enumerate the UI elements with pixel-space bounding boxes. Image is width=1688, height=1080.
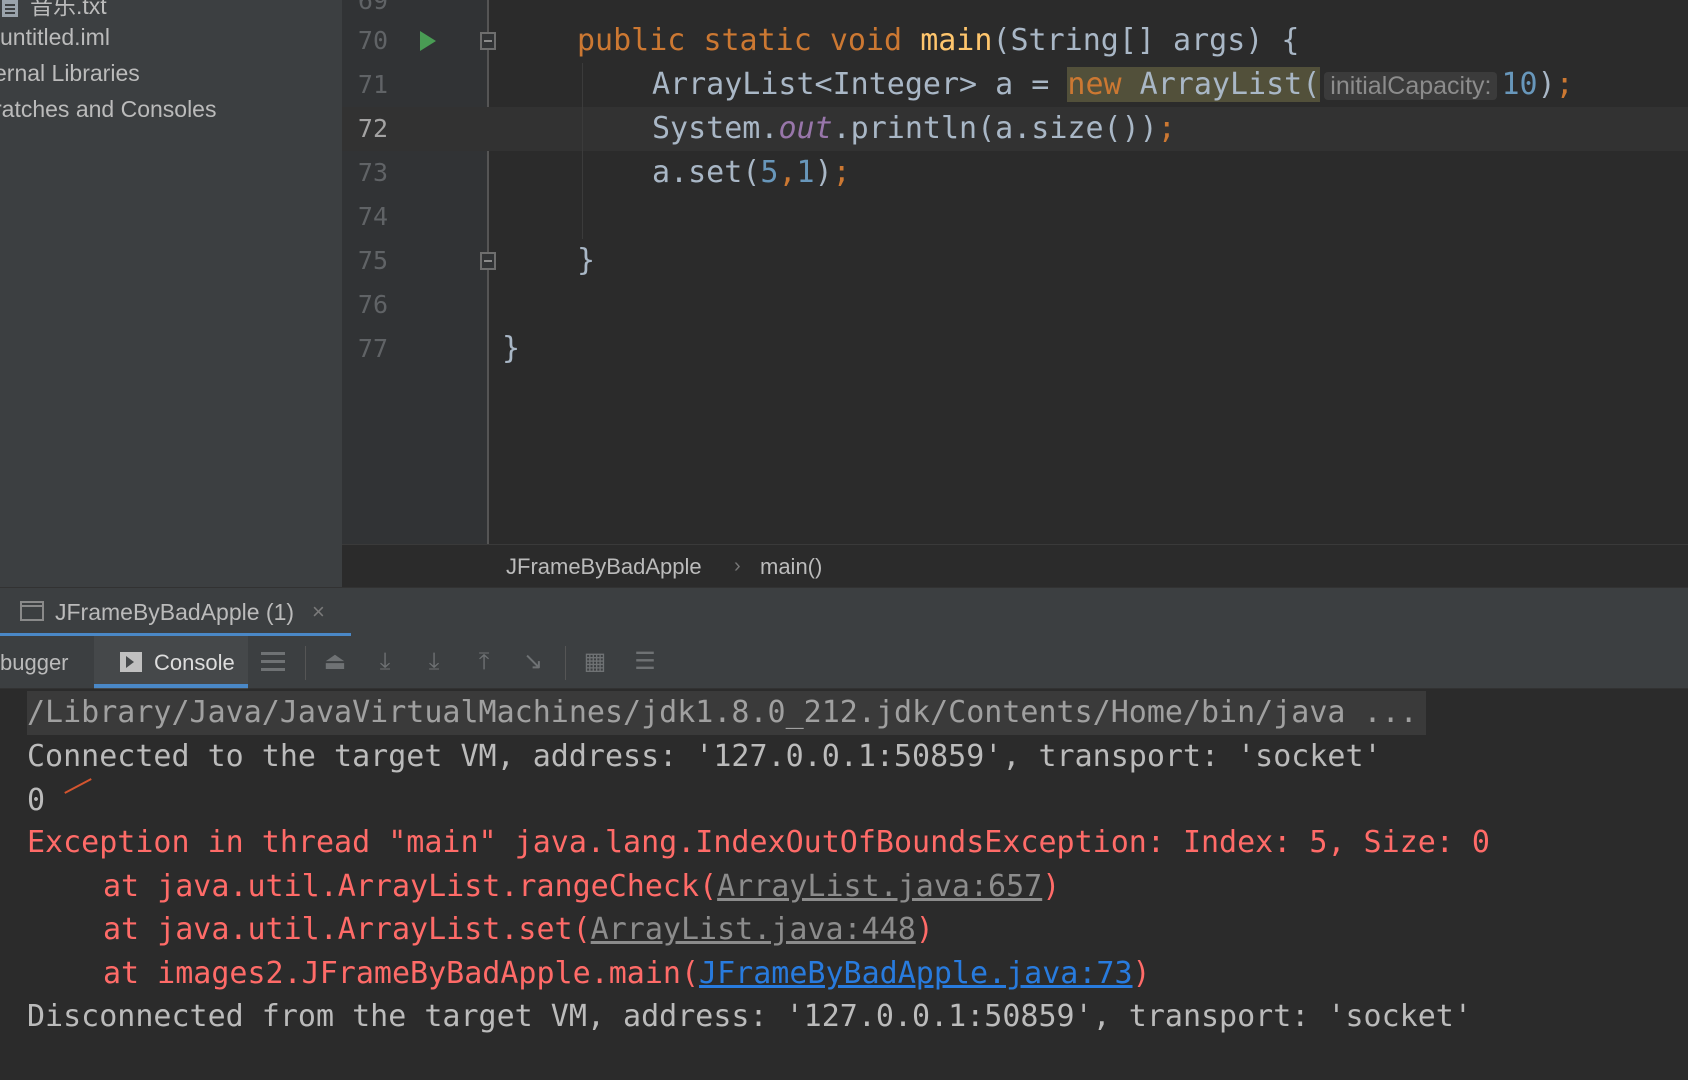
code-text: ArrayList<Integer> a = new ArrayList(ini… (652, 67, 1574, 102)
code-text: System.out.println(a.size()); (652, 111, 1176, 146)
breadcrumb-separator: › (734, 555, 741, 577)
console-exception-line: Exception in thread "main" java.lang.Ind… (27, 825, 1490, 860)
fold-icon[interactable] (480, 32, 496, 50)
code-line-76: 76 (342, 283, 1688, 327)
line-number: 73 (357, 158, 388, 187)
trace-icon[interactable]: ☰ (632, 649, 658, 675)
line-number: 70 (357, 26, 388, 55)
console-connected-line: Connected to the target VM, address: '12… (27, 739, 1382, 774)
tree-item-label: 音乐.txt (30, 0, 107, 19)
menu-icon[interactable] (261, 652, 285, 672)
toolbar-separator (565, 646, 566, 680)
active-tab-indicator (94, 684, 248, 688)
line-number: 72 (357, 114, 388, 143)
indent-guide (582, 63, 583, 239)
code-editor[interactable]: 69 70 public static void main(String[] a… (342, 0, 1688, 544)
console-output[interactable]: /Library/Java/JavaVirtualMachines/jdk1.8… (0, 689, 1688, 1080)
line-number: 76 (357, 290, 388, 319)
code-line-74: 74 (342, 195, 1688, 239)
line-number: 77 (357, 334, 388, 363)
debug-session-tabs: JFrameByBadApple (1) × (0, 587, 1688, 637)
parameter-hint: initialCapacity: (1324, 72, 1498, 100)
step-over-icon[interactable]: ⤓ (372, 649, 398, 675)
code-text: a.set(5,1); (652, 155, 851, 190)
breadcrumb-class[interactable]: JFrameByBadApple (506, 545, 702, 588)
run-to-cursor-icon[interactable]: ↘ (520, 649, 546, 675)
code-line-75: 75 } (342, 239, 1688, 283)
tree-item-scratches[interactable]: ratches and Consoles (0, 91, 216, 127)
text-file-icon (0, 0, 24, 19)
step-into-icon[interactable]: ⤓ (421, 649, 447, 675)
console-command-line: /Library/Java/JavaVirtualMachines/jdk1.8… (27, 691, 1426, 735)
show-execution-point-icon[interactable]: ⏏ (322, 649, 348, 675)
code-line-70: 70 public static void main(String[] args… (342, 19, 1688, 63)
stack-trace-line: at images2.JFrameByBadApple.main(JFrameB… (103, 956, 1151, 991)
breadcrumb-method[interactable]: main() (760, 545, 822, 588)
console-disconnected-line: Disconnected from the target VM, address… (27, 999, 1472, 1034)
tab-debugger[interactable]: bugger (0, 636, 69, 689)
code-line-72-current: 72 System.out.println(a.size()); (342, 107, 1688, 151)
code-text: public static void main(String[] args) { (577, 23, 1300, 58)
run-gutter-icon[interactable] (420, 31, 436, 51)
console-output-value: 0 (27, 783, 46, 818)
stack-trace-link[interactable]: ArrayList.java:448 (591, 912, 916, 947)
line-number: 75 (357, 246, 388, 275)
project-sidebar: 音乐.txt untitled.iml ernal Libraries ratc… (0, 0, 342, 587)
code-text: } (502, 331, 521, 366)
debug-toolbar: bugger Console ⏏ ⤓ ⤓ ⤒ ↘ ▦ ☰ (0, 636, 1688, 689)
stack-trace-link[interactable]: JFrameByBadApple.java:73 (699, 956, 1132, 991)
tab-debug-session[interactable]: JFrameByBadApple (1) × (0, 588, 351, 637)
evaluate-expression-icon[interactable]: ▦ (582, 649, 608, 675)
window-icon (20, 601, 44, 621)
console-icon (120, 652, 142, 672)
tree-item-external-libraries[interactable]: ernal Libraries (0, 55, 140, 91)
tab-console-label: Console (154, 650, 235, 675)
stack-trace-line: at java.util.ArrayList.set(ArrayList.jav… (103, 912, 934, 947)
fold-icon[interactable] (480, 252, 496, 270)
stack-trace-link[interactable]: ArrayList.java:657 (717, 869, 1042, 904)
breadcrumb: JFrameByBadApple › main() (342, 544, 1688, 587)
toolbar-separator (305, 646, 306, 680)
line-number: 71 (357, 70, 388, 99)
tab-console[interactable]: Console (94, 636, 248, 689)
line-number: 74 (357, 202, 388, 231)
tab-label: JFrameByBadApple (1) (55, 599, 295, 625)
code-text: } (577, 243, 596, 278)
tree-item-iml[interactable]: untitled.iml (0, 19, 110, 55)
code-line-73: 73 a.set(5,1); (342, 151, 1688, 195)
close-icon[interactable]: × (312, 588, 325, 636)
code-line-77: 77 } (342, 327, 1688, 371)
step-out-icon[interactable]: ⤒ (471, 649, 497, 675)
stack-trace-line: at java.util.ArrayList.rangeCheck(ArrayL… (103, 869, 1061, 904)
code-line-71: 71 ArrayList<Integer> a = new ArrayList(… (342, 63, 1688, 107)
annotation-mark (64, 778, 92, 794)
